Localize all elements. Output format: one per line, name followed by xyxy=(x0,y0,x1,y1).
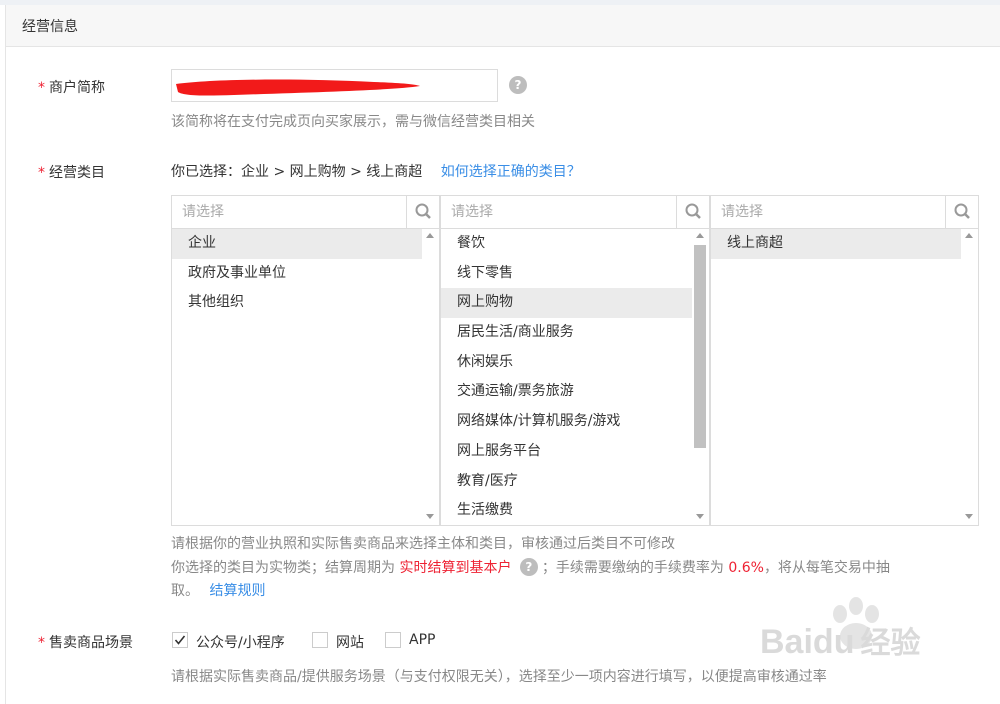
list-item[interactable]: 居民生活/商业服务 xyxy=(441,318,692,348)
fee-note-text: ；手续需要缴纳的手续费率为 xyxy=(541,560,729,576)
baidu-watermark: Baidu 经验 xyxy=(760,592,960,676)
list-item[interactable]: 网上购物 xyxy=(441,288,692,319)
required-mark: * xyxy=(38,165,45,181)
subject-search-input[interactable] xyxy=(172,196,405,228)
scroll-down-icon[interactable] xyxy=(426,514,434,519)
category-column-subject: 企业 政府及事业单位 其他组织 xyxy=(171,195,440,526)
watermark-subtitle: 经验 xyxy=(860,627,921,660)
scroll-down-icon[interactable] xyxy=(696,514,704,519)
list-item[interactable]: 政府及事业单位 xyxy=(172,259,422,289)
subject-list: 企业 政府及事业单位 其他组织 xyxy=(172,229,422,525)
scroll-up-icon[interactable] xyxy=(426,233,434,238)
checkbox-app[interactable] xyxy=(385,632,401,648)
merchant-name-hint: 该简称将在支付完成页向买家展示，需与微信经营类目相关 xyxy=(171,114,535,130)
search-icon xyxy=(415,203,431,219)
settlement-note-text: 你选择的类目为实物类；结算周期为 xyxy=(171,560,400,576)
list-item[interactable]: 线上商超 xyxy=(711,229,961,259)
merchant-name-label: * 商户简称 xyxy=(38,77,105,97)
scroll-up-icon[interactable] xyxy=(965,233,973,238)
section-title: 经营信息 xyxy=(22,19,78,35)
checkbox-official-account[interactable] xyxy=(172,632,188,648)
column-search xyxy=(441,196,709,229)
scroll-up-icon[interactable] xyxy=(696,233,704,238)
category-column-subcategory: 线上商超 xyxy=(710,195,979,526)
list-item[interactable]: 教育/医疗 xyxy=(441,467,692,497)
settlement-rules-link[interactable]: 结算规则 xyxy=(209,583,265,599)
scene-label-website[interactable]: 网站 xyxy=(336,632,364,652)
category-note: 请根据你的营业执照和实际售卖商品来选择主体和类目，审核通过后类目不可修改 xyxy=(171,536,675,552)
selected-path: 你已选择：企业 > 网上购物 > 线上商超 如何选择正确的类目？ xyxy=(171,161,581,181)
merchant-name-label-text: 商户简称 xyxy=(49,80,105,96)
scrollbar[interactable] xyxy=(961,229,978,525)
scene-label-official-account[interactable]: 公众号/小程序 xyxy=(196,632,285,652)
category-label-text: 经营类目 xyxy=(49,165,105,181)
settlement-note-end: 取。 结算规则 xyxy=(171,580,265,602)
settlement-note-end-text: 取。 xyxy=(171,583,199,599)
left-border xyxy=(5,46,6,704)
watermark-brand-text: Bai xyxy=(760,623,813,661)
industry-list: 餐饮 线下零售 网上购物 居民生活/商业服务 休闲娱乐 交通运输/票务旅游 网络… xyxy=(441,229,692,525)
scenes-label: * 售卖商品场景 xyxy=(38,632,133,652)
category-help-link[interactable]: 如何选择正确的类目？ xyxy=(441,164,581,180)
search-icon xyxy=(954,203,970,219)
scrollbar-thumb[interactable] xyxy=(694,245,706,448)
subcategory-list: 线上商超 xyxy=(711,229,961,525)
list-item[interactable]: 其他组织 xyxy=(172,288,422,318)
section-header: 经营信息 xyxy=(5,5,1000,47)
scene-label-app[interactable]: APP xyxy=(409,632,435,648)
list-item[interactable]: 生活缴费 xyxy=(441,496,692,525)
question-icon[interactable]: ? xyxy=(519,558,538,576)
redaction-mark xyxy=(176,79,420,96)
industry-search-input[interactable] xyxy=(441,196,675,228)
list-item[interactable]: 餐饮 xyxy=(441,229,692,259)
scenes-hint: 请根据实际售卖商品/提供服务场景（与支付权限无关），选择至少一项内容进行填写，以… xyxy=(171,669,827,685)
subcategory-search-input[interactable] xyxy=(711,196,944,228)
search-icon xyxy=(685,203,701,219)
watermark-brand: Baidu 经验 xyxy=(760,618,920,662)
list-item[interactable]: 线下零售 xyxy=(441,259,692,289)
watermark-brand-end: du xyxy=(812,623,855,661)
question-icon[interactable]: ? xyxy=(509,76,527,94)
check-icon xyxy=(174,635,186,645)
list-item[interactable]: 休闲娱乐 xyxy=(441,348,692,378)
fee-rate: 0.6% xyxy=(728,560,764,576)
category-label: * 经营类目 xyxy=(38,162,105,182)
list-item[interactable]: 网络媒体/计算机服务/游戏 xyxy=(441,407,692,437)
merchant-name-input[interactable] xyxy=(171,69,498,102)
list-item[interactable]: 网上服务平台 xyxy=(441,437,692,467)
selected-path-text: 你已选择：企业 > 网上购物 > 线上商超 xyxy=(171,164,423,180)
search-button[interactable] xyxy=(945,196,978,228)
list-item[interactable]: 交通运输/票务旅游 xyxy=(441,377,692,407)
column-search xyxy=(711,196,978,229)
scenes-label-text: 售卖商品场景 xyxy=(49,635,133,651)
checkbox-website[interactable] xyxy=(312,632,328,648)
scrollbar[interactable] xyxy=(422,229,439,525)
column-search xyxy=(172,196,439,229)
required-mark: * xyxy=(38,635,45,651)
search-button[interactable] xyxy=(406,196,439,228)
settlement-note: 你选择的类目为实物类；结算周期为 实时结算到基本户 ? ；手续需要缴纳的手续费率为… xyxy=(171,557,890,579)
scroll-down-icon[interactable] xyxy=(965,514,973,519)
fee-note-tail: ，将从每笔交易中抽 xyxy=(763,560,890,576)
settlement-mode: 实时结算到基本户 xyxy=(399,560,512,576)
scrollbar[interactable] xyxy=(692,229,709,525)
category-column-industry: 餐饮 线下零售 网上购物 居民生活/商业服务 休闲娱乐 交通运输/票务旅游 网络… xyxy=(440,195,710,526)
list-item[interactable]: 企业 xyxy=(172,229,422,259)
required-mark: * xyxy=(38,80,45,96)
search-button[interactable] xyxy=(676,196,709,228)
